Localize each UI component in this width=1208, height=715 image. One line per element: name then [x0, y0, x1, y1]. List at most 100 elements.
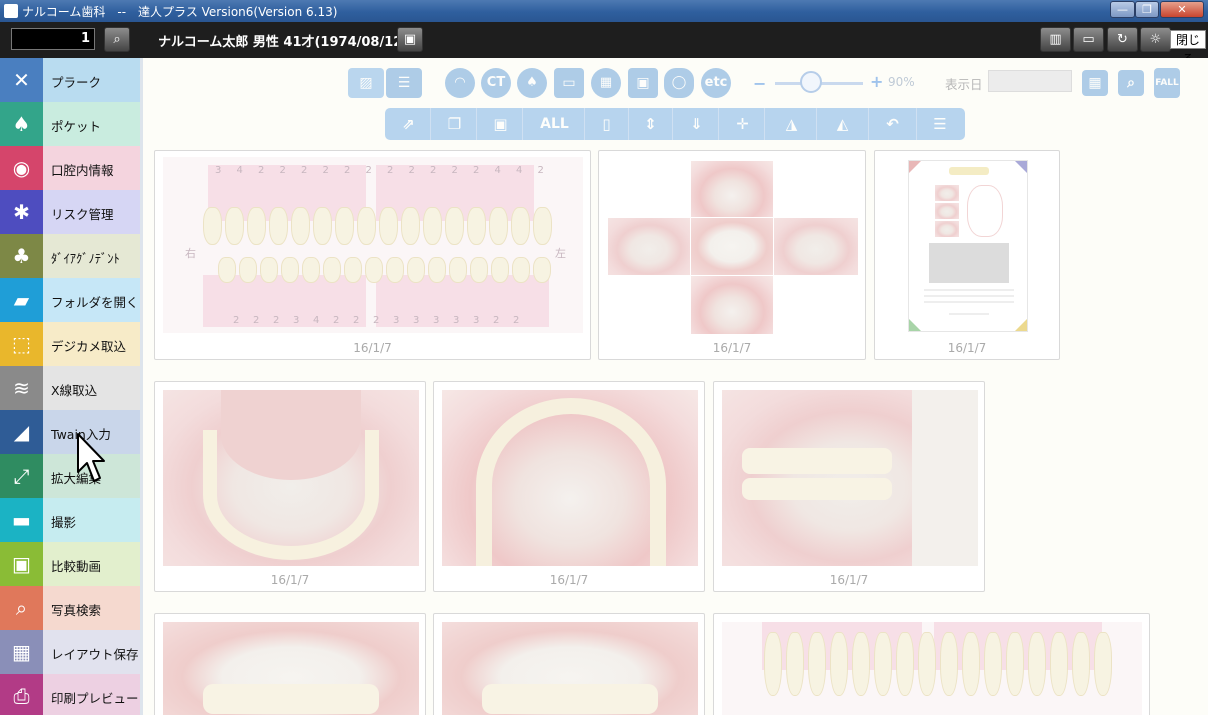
delete-button[interactable]: ▯: [585, 108, 629, 140]
zoom-in-button[interactable]: +: [870, 72, 883, 91]
tooth: [808, 632, 826, 696]
list-view-icon: ☰: [397, 75, 411, 91]
rotate-right-button[interactable]: ◭: [817, 108, 869, 140]
merge-button[interactable]: ✛: [721, 108, 765, 140]
sidebar-item-14[interactable]: ⎙ 印刷プレビュー: [0, 674, 140, 715]
close-window-button[interactable]: ✕: [1160, 1, 1204, 18]
fall-button[interactable]: FALL: [1154, 68, 1180, 98]
export-button[interactable]: ⇗: [387, 108, 431, 140]
menu-button[interactable]: ☰: [917, 108, 963, 140]
close-tooltip[interactable]: 閉じる: [1170, 30, 1206, 66]
tooth: [940, 632, 958, 696]
tooth-number: 2: [273, 315, 280, 326]
list-view-button[interactable]: ☰: [386, 68, 422, 98]
panorama-icon: ▭: [562, 75, 576, 91]
patient-number-input[interactable]: 1: [11, 28, 95, 50]
sidebar-item-2[interactable]: ◉ 口腔内情報: [0, 146, 140, 190]
select-all-button[interactable]: ALL: [525, 108, 585, 140]
zoom-slider-knob[interactable]: [800, 71, 822, 93]
sidebar-item-4[interactable]: ♣ ﾀﾞｲｱｸﾞﾉﾃﾞﾝﾄ: [0, 234, 140, 278]
tooth: [218, 257, 236, 283]
tooth: [852, 632, 870, 696]
type-intraoral-button[interactable]: ◠: [445, 68, 475, 98]
window-button[interactable]: ▣: [479, 108, 523, 140]
type-grid-button[interactable]: ▦: [591, 68, 621, 98]
sidebar-item-10[interactable]: ▬ 撮影: [0, 498, 140, 542]
sidebar-item-6[interactable]: ⬚ デジカメ取込: [0, 322, 140, 366]
thumbnail-tooth-chart[interactable]: 右 左 3 4 2 2 2 2 2 2 2 2 2 2 2 4 4 2 2 2 2 3 4 2 2 2 3 3 3 3 3 2 2 16/…: [154, 150, 591, 360]
copy-button[interactable]: ❐: [433, 108, 477, 140]
trash-icon: ▯: [602, 115, 611, 133]
teeth-icon: ◠: [455, 75, 465, 90]
front-photo: [691, 218, 773, 275]
sidebar-item-label: プラーク: [51, 75, 102, 90]
rotate-left-button[interactable]: ◮: [767, 108, 817, 140]
refresh-button[interactable]: ↻: [1107, 27, 1138, 52]
maximize-button[interactable]: ❐: [1135, 1, 1159, 18]
tooth: [1094, 632, 1112, 696]
thumbnail-upper-arch[interactable]: 16/1/7: [433, 381, 705, 592]
tooth-number: 2: [430, 165, 437, 176]
display-button[interactable]: ▭: [1073, 27, 1104, 52]
minimize-button[interactable]: —: [1110, 1, 1135, 18]
patient-card-button[interactable]: ▣: [397, 27, 423, 52]
sidebar-item-8[interactable]: ◢ Twain入力: [0, 410, 140, 454]
type-ct-button[interactable]: CT: [481, 68, 511, 98]
tooth: [511, 207, 530, 245]
type-tooth-button[interactable]: ♠: [517, 68, 547, 98]
window-title-bar: ナルコーム歯科 -- 達人プラス Version6(Version 6.13) …: [0, 0, 1208, 22]
search-doc-button[interactable]: ⌕: [1118, 70, 1144, 96]
tooth-number: 2: [301, 165, 308, 176]
tooth-number: 2: [387, 165, 394, 176]
thumbnail-five-view[interactable]: 16/1/7: [598, 150, 866, 360]
tooth: [470, 257, 488, 283]
sidebar-item-13[interactable]: ▦ レイアウト保存: [0, 630, 140, 674]
main-content: ▨ ☰ ◠ CT ♠ ▭ ▦ ▣ ◯ etc − + 90% 表示日 ▦ ⌕ F…: [143, 58, 1208, 715]
tooth: [491, 257, 509, 283]
tooth-number: 3: [393, 315, 400, 326]
thumbnail-document[interactable]: 16/1/7: [874, 150, 1060, 360]
book-icon: ▥: [1049, 32, 1062, 47]
undo-button[interactable]: ↶: [869, 108, 917, 140]
display-date-input[interactable]: [988, 70, 1072, 92]
tooth: [1006, 632, 1024, 696]
search-doc-icon: ⌕: [1127, 75, 1135, 91]
sidebar-item-5[interactable]: ▰ フォルダを開く: [0, 278, 140, 322]
type-cephalo-button[interactable]: ◯: [664, 68, 694, 98]
type-film-button[interactable]: ▣: [628, 68, 658, 98]
camera-import-icon: ⬚: [0, 322, 43, 366]
sidebar-item-7[interactable]: ≋ X線取込: [0, 366, 140, 410]
flip-vertical-button[interactable]: ⇕: [629, 108, 673, 140]
manual-button[interactable]: ▥: [1040, 27, 1071, 52]
copy-icon: ❐: [447, 115, 462, 133]
type-panorama-button[interactable]: ▭: [554, 68, 584, 98]
settings-person-button[interactable]: ☼: [1140, 27, 1171, 52]
calendar-button[interactable]: ▦: [1082, 70, 1108, 96]
image-view-icon: ▨: [359, 75, 373, 91]
card-date: 16/1/7: [829, 573, 869, 587]
image-view-button[interactable]: ▨: [348, 68, 384, 98]
sidebar-item-12[interactable]: ⌕ 写真検索: [0, 586, 140, 630]
thumbnail-front-1[interactable]: [154, 613, 426, 715]
sidebar-item-11[interactable]: ▣ 比較動画: [0, 542, 140, 586]
thumbnail-lower-arch[interactable]: 16/1/7: [154, 381, 426, 592]
thumbnail-front-2[interactable]: [433, 613, 705, 715]
move-down-button[interactable]: ⇓: [675, 108, 719, 140]
tooth: [428, 257, 446, 283]
left-label: 左: [555, 247, 566, 260]
sidebar-item-3[interactable]: ✱ リスク管理: [0, 190, 140, 234]
tooth: [401, 207, 420, 245]
zoom-value: 90%: [888, 75, 915, 89]
monitor-icon: ▭: [1082, 32, 1095, 47]
sidebar-item-0[interactable]: ✕ プラーク: [0, 58, 140, 102]
zoom-out-button[interactable]: −: [753, 74, 766, 93]
upper-occlusal-photo: [691, 161, 773, 217]
sidebar-item-label: X線取込: [51, 383, 98, 398]
move-down-icon: ⇓: [690, 115, 703, 133]
thumbnail-side-view[interactable]: 16/1/7: [713, 381, 985, 592]
type-etc-button[interactable]: etc: [701, 68, 731, 98]
thumbnail-tooth-chart-2[interactable]: [713, 613, 1150, 715]
sidebar-item-1[interactable]: ♠ ポケット: [0, 102, 140, 146]
sidebar-item-9[interactable]: ⤢ 拡大編集: [0, 454, 140, 498]
search-patient-button[interactable]: ⌕: [104, 27, 130, 52]
